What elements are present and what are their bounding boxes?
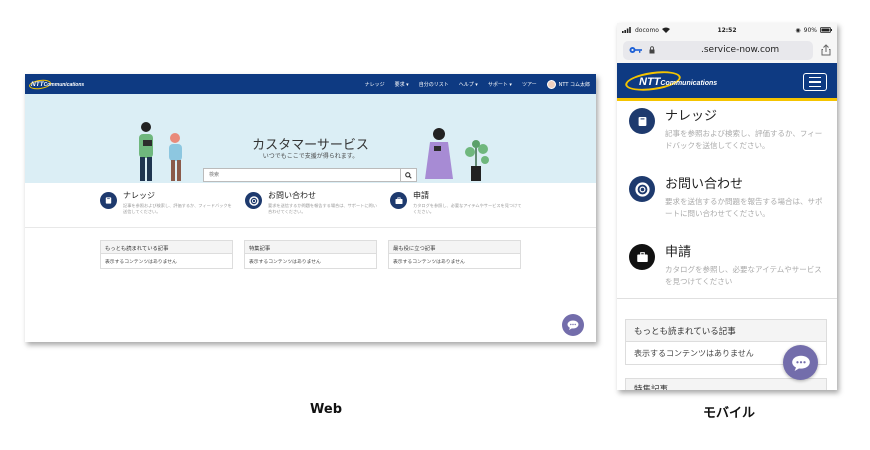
status-time: 12:52 [717, 26, 737, 34]
divider [617, 298, 837, 299]
web-category-cards: ナレッジ 記事を参照および検索し、評価するか、フィードバックを送信してください。… [100, 190, 535, 215]
nav-requests[interactable]: 要求 ▾ [395, 81, 409, 88]
book-icon [100, 192, 117, 209]
web-navbar: NTTCommunications ナレッジ 要求 ▾ 自分のリスト ヘルプ ▾… [25, 74, 596, 94]
divider [25, 227, 596, 228]
lifebuoy-icon [245, 192, 262, 209]
location-icon: ◉ [795, 26, 801, 34]
nav-tour[interactable]: ツアー [522, 81, 537, 88]
search-icon [405, 171, 412, 179]
web-screenshot: NTTCommunications ナレッジ 要求 ▾ 自分のリスト ヘルプ ▾… [25, 74, 596, 342]
carrier-name: docomo [635, 26, 659, 34]
status-bar: docomo 12:52 ◉ 90% [617, 23, 837, 37]
url-text: .service-now.com [701, 45, 780, 55]
battery-icon [820, 27, 832, 33]
battery-percent: 90% [803, 26, 817, 34]
ntt-logo[interactable]: NTTCommunications [639, 76, 717, 88]
search-input[interactable] [204, 169, 400, 181]
mobile-item-contact[interactable]: お問い合わせ 要求を送信するか問題を報告する場合は、サポートに問い合わせてくださ… [617, 173, 837, 220]
nav-knowledge[interactable]: ナレッジ [365, 81, 385, 88]
briefcase-icon [629, 244, 655, 270]
hamburger-menu-button[interactable] [803, 73, 827, 91]
browser-url-bar: .service-now.com [617, 37, 837, 63]
caption-mobile: モバイル [703, 406, 756, 421]
nav-my-list[interactable]: 自分のリスト [419, 81, 449, 88]
chat-bubble-icon [567, 320, 579, 330]
nav-help[interactable]: ヘルプ ▾ [459, 81, 478, 88]
card-contact[interactable]: お問い合わせ 要求を送信するか問題を報告する場合は、サポートに問い合わせてくださ… [245, 190, 390, 215]
panel-most-helpful: 最も役に立つ記事 表示するコンテンツはありません [388, 240, 521, 269]
hero-subtitle: いつでもここで支援が得られます。 [262, 153, 359, 160]
mobile-item-request[interactable]: 申請 カタログを参照し、必要なアイテムやサービスを見つけてください [617, 241, 837, 288]
book-icon [629, 108, 655, 134]
avatar [546, 79, 556, 89]
chat-button[interactable] [562, 314, 584, 336]
card-knowledge[interactable]: ナレッジ 記事を参照および検索し、評価するか、フィードバックを送信してください。 [100, 190, 245, 215]
key-icon [629, 47, 642, 53]
briefcase-icon [390, 192, 407, 209]
mobile-item-knowledge[interactable]: ナレッジ 記事を参照および検索し、評価するか、フィードバックを送信してください。 [617, 105, 837, 152]
search-button[interactable] [400, 169, 416, 181]
signal-icon [622, 27, 631, 33]
user-name: NTT コム太郎 [558, 81, 590, 88]
card-request[interactable]: 申請 カタログを参照し、必要なアイテムやサービスを見つけてください。 [390, 190, 535, 215]
mobile-screenshot: docomo 12:52 ◉ 90% .service-now.com NTTC… [617, 23, 837, 390]
address-field[interactable]: .service-now.com [623, 40, 813, 60]
user-menu[interactable]: NTT コム太郎 [546, 79, 590, 89]
web-nav-menu: ナレッジ 要求 ▾ 自分のリスト ヘルプ ▾ サポート ▾ ツアー NTT コム… [365, 79, 590, 89]
chat-button[interactable] [783, 345, 818, 380]
chat-bubble-icon [791, 355, 810, 371]
lock-icon [649, 46, 655, 54]
share-icon[interactable] [821, 44, 831, 56]
web-article-panels: もっとも読まれている記事 表示するコンテンツはありません 特集記事 表示するコン… [100, 240, 521, 269]
lifebuoy-icon [629, 176, 655, 202]
mobile-panel-featured-head: 特集記事 [625, 378, 827, 390]
hero-search-box [203, 168, 417, 182]
comparison-stage: NTTCommunications ナレッジ 要求 ▾ 自分のリスト ヘルプ ▾… [0, 0, 870, 450]
panel-most-read: もっとも読まれている記事 表示するコンテンツはありません [100, 240, 233, 269]
hero-banner: カスタマーサービス いつでもここで支援が得られます。 [25, 94, 596, 183]
caption-web: Web [310, 402, 342, 417]
mobile-navbar: NTTCommunications [617, 63, 837, 101]
panel-featured: 特集記事 表示するコンテンツはありません [244, 240, 377, 269]
nav-support[interactable]: サポート ▾ [488, 81, 512, 88]
ntt-logo[interactable]: NTTCommunications [28, 78, 84, 90]
wifi-icon [661, 27, 670, 33]
